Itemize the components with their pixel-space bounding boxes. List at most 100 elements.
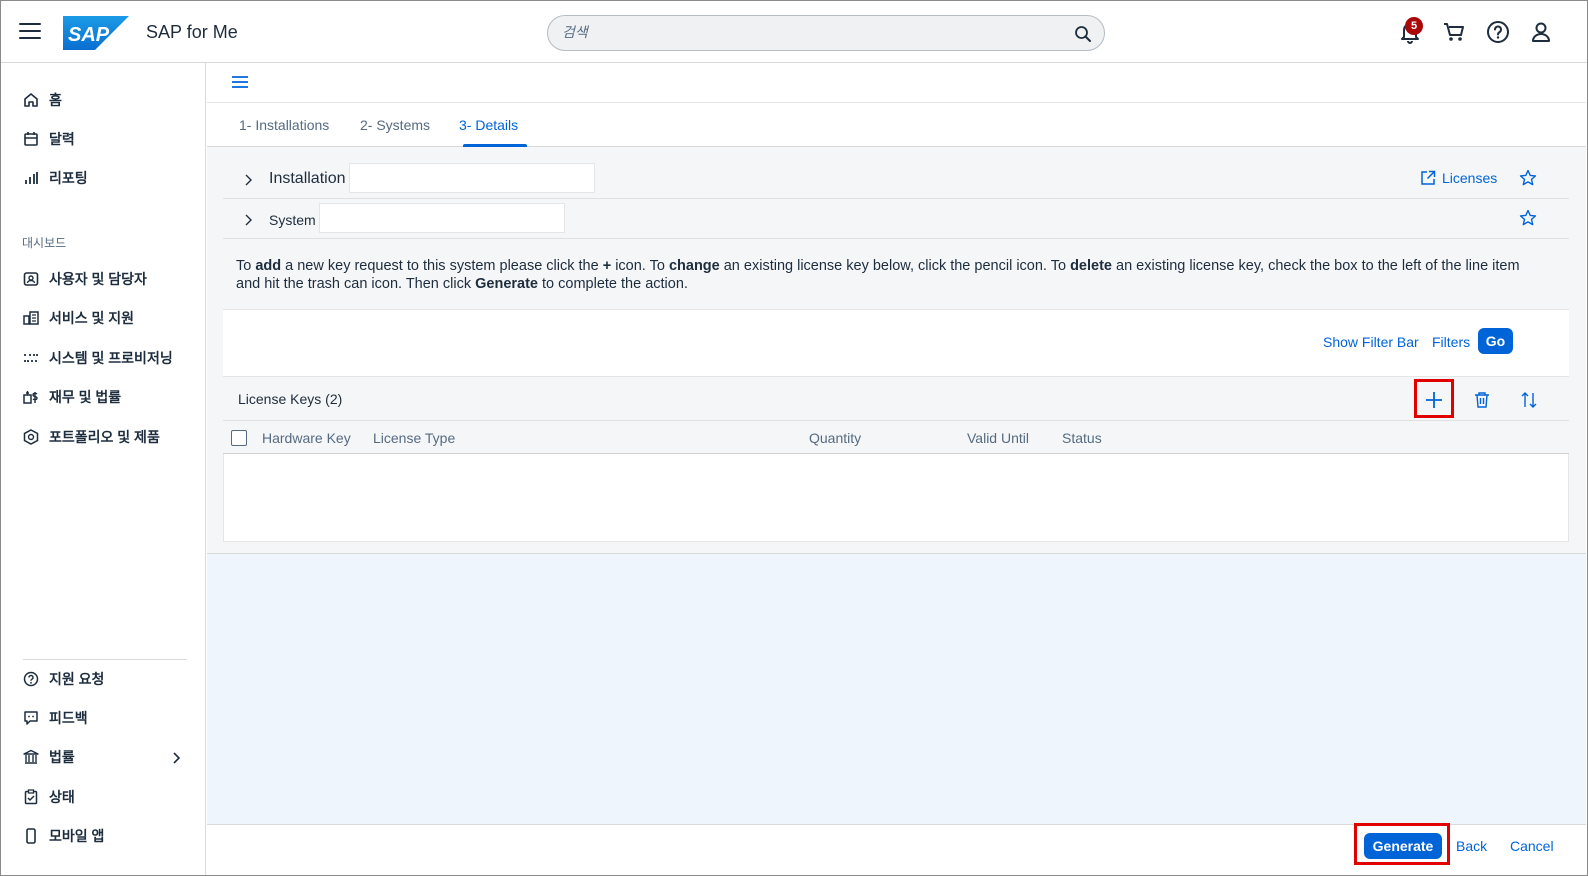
instructions-bold: change	[668, 258, 720, 274]
nav-item-label: 피드백	[49, 710, 88, 726]
system-label: System	[269, 212, 316, 228]
sap-logo[interactable]: SAP	[63, 16, 129, 50]
installation-value	[349, 163, 595, 193]
home-icon	[23, 92, 39, 108]
contacts-icon	[23, 271, 39, 287]
nav-item-label: 법률	[49, 749, 75, 765]
nav-item-home[interactable]: 홈	[23, 88, 62, 112]
cart-icon[interactable]	[1441, 19, 1467, 45]
generate-button-highlight	[1354, 823, 1450, 865]
back-button[interactable]: Back	[1456, 838, 1487, 854]
nav-item-calendar[interactable]: 달력	[23, 127, 75, 151]
nav-item-systems[interactable]: 시스템 및 프로비저닝	[23, 346, 173, 370]
instructions-bold: delete	[1070, 258, 1112, 274]
cancel-button[interactable]: Cancel	[1510, 838, 1554, 854]
services-icon	[23, 310, 39, 326]
table-header: Hardware Key License Type Quantity Valid…	[223, 420, 1569, 454]
instructions-part: a new key request to this system please …	[281, 258, 603, 274]
nav-item-reporting[interactable]: 리포팅	[23, 166, 88, 190]
sort-icon[interactable]	[1514, 385, 1544, 415]
notification-badge: 5	[1405, 17, 1423, 35]
add-button-highlight	[1414, 379, 1454, 418]
nav-divider	[23, 659, 187, 660]
column-header[interactable]: Status	[1062, 430, 1102, 446]
instructions-part: an existing license key below, click the…	[719, 258, 1071, 274]
feedback-icon	[23, 710, 39, 726]
search-icon[interactable]	[1074, 25, 1092, 43]
portfolio-icon	[23, 429, 39, 445]
nav-item-label: 서비스 및 지원	[49, 310, 135, 326]
system-row: System	[223, 199, 1569, 239]
tab-details[interactable]: 3- Details	[459, 117, 518, 133]
details-panel: Installation Licenses System To add a ne…	[207, 147, 1586, 554]
chevron-right-icon[interactable]	[243, 213, 253, 227]
footer-toolbar: Generate Back Cancel	[207, 823, 1586, 875]
app-title: SAP for Me	[146, 22, 238, 42]
nav-item-label: 시스템 및 프로비저닝	[49, 350, 173, 366]
table-toolbar: License Keys (2)	[223, 376, 1569, 420]
nav-item-label: 포트폴리오 및 제품	[49, 429, 160, 445]
nav-item-label: 달력	[49, 131, 75, 147]
nav-item-label: 사용자 및 담당자	[49, 271, 147, 287]
chevron-right-icon[interactable]	[243, 173, 253, 187]
filters-link[interactable]: Filters	[1432, 334, 1470, 350]
nav-item-services[interactable]: 서비스 및 지원	[23, 306, 134, 330]
tab-systems[interactable]: 2- Systems	[360, 117, 430, 133]
nav-item-label: 상태	[49, 789, 75, 805]
nav-item-support[interactable]: 지원 요청	[23, 667, 104, 691]
nav-item-label: 리포팅	[49, 170, 88, 186]
nav-group-dashboard: 대시보드	[22, 236, 67, 250]
select-all-checkbox[interactable]	[231, 430, 247, 446]
menu-icon[interactable]	[231, 74, 249, 90]
external-link-icon	[1421, 170, 1436, 185]
user-icon[interactable]	[1528, 19, 1554, 45]
side-navigation: 홈 달력 리포팅 대시보드 사용자 및 담당자 서비스 및 지원 시스템 및 프…	[1, 63, 206, 875]
nav-item-label: 지원 요청	[49, 671, 105, 687]
installation-row: Installation Licenses	[223, 159, 1569, 199]
instructions-part: to complete the action.	[538, 276, 688, 292]
star-icon[interactable]	[1519, 169, 1537, 187]
nav-item-label: 모바일 앱	[49, 828, 105, 844]
mobile-icon	[23, 828, 39, 844]
table-body	[223, 454, 1569, 542]
search-field[interactable]	[547, 15, 1105, 51]
instructions-part: To	[236, 258, 256, 274]
instructions-bold: Generate	[475, 276, 538, 292]
system-value	[319, 203, 565, 233]
nav-item-label: 재무 및 법률	[49, 389, 122, 405]
nav-item-status[interactable]: 상태	[23, 785, 75, 809]
nav-item-label: 홈	[49, 92, 62, 108]
show-filter-bar-link[interactable]: Show Filter Bar	[1323, 334, 1419, 350]
systems-icon	[23, 350, 39, 366]
go-button[interactable]: Go	[1478, 328, 1513, 354]
nav-item-users[interactable]: 사용자 및 담당자	[23, 267, 147, 291]
chevron-right-icon[interactable]	[171, 751, 181, 765]
calendar-icon	[23, 131, 39, 147]
nav-item-feedback[interactable]: 피드백	[23, 706, 88, 730]
nav-item-portfolio[interactable]: 포트폴리오 및 제품	[23, 425, 160, 449]
column-header[interactable]: License Type	[373, 430, 455, 446]
nav-item-legal[interactable]: 법률	[23, 745, 75, 769]
nav-item-finance[interactable]: 재무 및 법률	[23, 385, 121, 409]
delete-icon[interactable]	[1467, 385, 1497, 415]
main-content: 1- Installations 2- Systems 3- Details I…	[207, 63, 1586, 875]
tab-installations[interactable]: 1- Installations	[239, 117, 329, 133]
instructions-part: icon. To	[611, 258, 669, 274]
column-header[interactable]: Valid Until	[967, 430, 1029, 446]
instructions-bold: +	[602, 258, 612, 274]
help-icon[interactable]	[1485, 19, 1511, 45]
sub-header	[207, 63, 1586, 103]
search-input[interactable]	[562, 24, 1042, 40]
instructions-bold: add	[255, 258, 282, 274]
star-icon[interactable]	[1519, 209, 1537, 227]
status-icon	[23, 789, 39, 805]
filter-bar: Show Filter Bar Filters Go	[223, 309, 1569, 376]
menu-icon[interactable]	[18, 19, 42, 43]
column-header[interactable]: Quantity	[809, 430, 861, 446]
installation-label: Installation	[269, 170, 346, 187]
table-title: License Keys (2)	[238, 391, 343, 407]
nav-item-mobile[interactable]: 모바일 앱	[23, 824, 104, 848]
legal-icon	[23, 749, 39, 765]
licenses-link[interactable]: Licenses	[1420, 170, 1497, 186]
column-header[interactable]: Hardware Key	[262, 430, 351, 446]
